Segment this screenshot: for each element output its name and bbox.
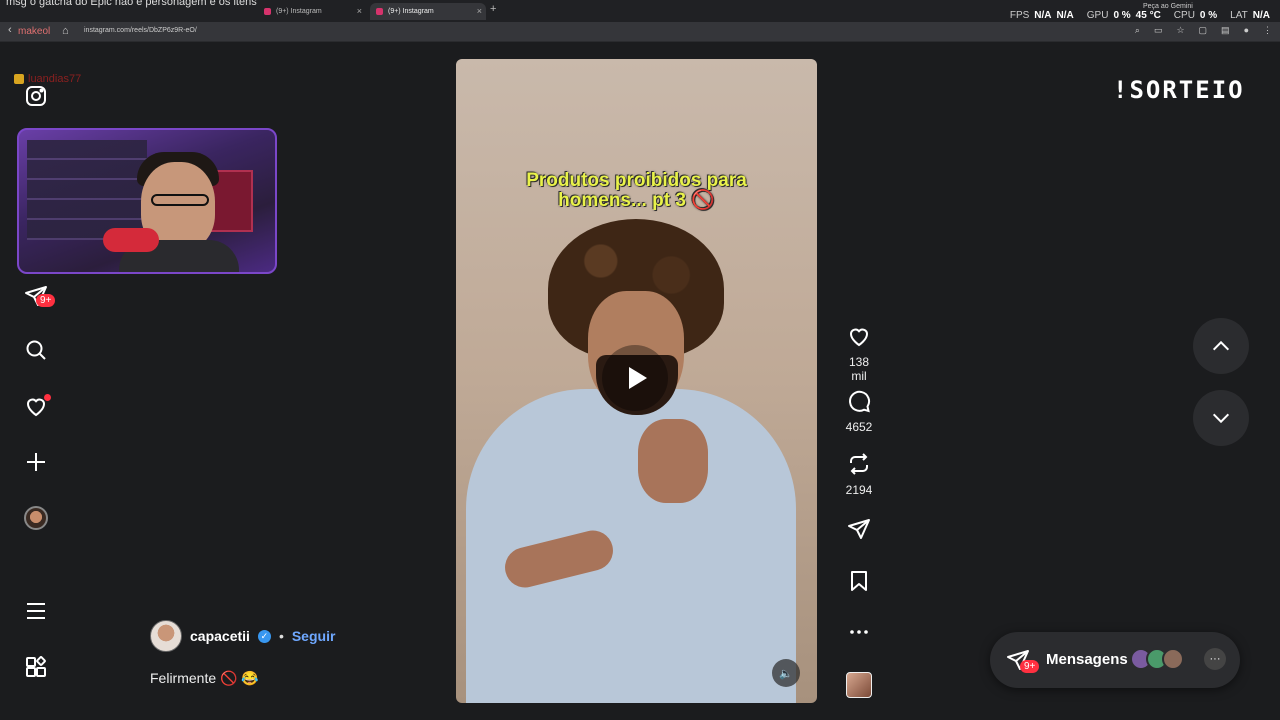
overlay-text-line-1: Produtos proibidos para	[526, 170, 747, 191]
create-plus-icon[interactable]	[24, 450, 48, 474]
save-action[interactable]	[842, 569, 876, 598]
fps-label: FPS	[1009, 10, 1030, 21]
address-bar: ‹ makeol ⌂ instagram.com/reels/DbZP6z9R-…	[0, 22, 1280, 42]
verified-badge-icon: ✓	[257, 629, 271, 643]
comment-count: 4652	[845, 420, 873, 434]
gpu-percent: 0 %	[1113, 10, 1131, 21]
messages-label: Mensagens	[1046, 651, 1128, 668]
follow-button[interactable]: Seguir	[292, 628, 336, 644]
tab-label: (9+) Instagram	[388, 8, 434, 15]
url-field[interactable]: instagram.com/reels/DbZP6z9R-eO/	[84, 27, 197, 34]
hamburger-menu-icon[interactable]	[24, 599, 48, 623]
tab-instagram-2[interactable]: (9+) Instagram ×	[370, 3, 486, 20]
new-tab-button[interactable]: +	[490, 3, 496, 15]
message-avatars	[1130, 648, 1184, 670]
streamer-webcam	[17, 128, 277, 274]
reel-video[interactable]: Produtos proibidos para homens... pt 3 🚫…	[456, 59, 817, 703]
stream-overlay-prefix: makeol	[18, 26, 51, 37]
stream-ticker-text: msg o gatcha do Epic não é personagem e …	[6, 0, 257, 8]
instagram-logo-icon[interactable]	[24, 84, 48, 108]
reel-author: capacetii ✓ • Seguir	[150, 620, 335, 652]
play-button[interactable]	[602, 345, 668, 411]
gemini-button[interactable]: Peça ao Gemini	[1143, 3, 1193, 10]
notifications-badge: 9+	[36, 294, 56, 307]
tab-instagram-1[interactable]: (9+) Instagram ×	[258, 3, 366, 20]
apps-grid-icon[interactable]	[24, 655, 48, 679]
bookmark-icon[interactable]	[847, 569, 871, 593]
audio-thumbnail[interactable]	[846, 672, 872, 698]
giveaway-command-text: !SORTEIO	[1113, 76, 1245, 104]
video-overlay-text: Produtos proibidos para homens... pt 3 🚫	[456, 171, 817, 211]
volume-icon[interactable]: 🔈	[772, 659, 800, 687]
notification-dot	[44, 394, 51, 401]
instagram-favicon-icon	[376, 8, 383, 15]
repost-count: 2194	[845, 483, 873, 497]
menu-icon[interactable]: ⋮	[1263, 25, 1272, 36]
gpu-temp: 45 °C	[1135, 10, 1161, 21]
comment-action[interactable]: 4652	[842, 389, 876, 434]
comment-icon[interactable]	[847, 389, 871, 413]
messages-badge: 9+	[1020, 660, 1040, 673]
home-icon[interactable]: ⌂	[62, 25, 69, 37]
browser-toolbar: ⌕ ▭ ☆ ▢ ▤ ● ⋮	[1135, 25, 1272, 36]
next-reel-button[interactable]	[1193, 390, 1249, 446]
fps-value-2: N/A	[1056, 10, 1074, 21]
bookmark-star-icon[interactable]: ☆	[1176, 25, 1184, 36]
browser-tab-bar: msg o gatcha do Epic não é personagem e …	[0, 0, 1280, 22]
back-arrow-icon[interactable]: ‹	[8, 24, 12, 36]
instagram-favicon-icon	[264, 8, 271, 15]
separator-dot: •	[278, 628, 284, 644]
like-action[interactable]: 138 mil	[842, 324, 876, 383]
author-avatar[interactable]	[150, 620, 182, 652]
previous-reel-button[interactable]	[1193, 318, 1249, 374]
cpu-percent: 0 %	[1199, 10, 1218, 21]
like-count: 138 mil	[848, 355, 870, 383]
more-options-action[interactable]	[842, 620, 876, 649]
chevron-down-icon	[1212, 413, 1230, 424]
lat-label: LAT	[1230, 10, 1248, 21]
profile-avatar[interactable]	[24, 506, 48, 530]
messages-more-button[interactable]: ···	[1204, 648, 1226, 670]
extensions-icon[interactable]: ▢	[1199, 25, 1208, 36]
repost-action[interactable]: 2194	[842, 452, 876, 497]
lat-value: N/A	[1252, 10, 1270, 21]
performance-overlay: FPS N/A N/A GPU 0 % 45 °C CPU 0 % LAT N/…	[1010, 10, 1270, 21]
message-avatar	[1162, 648, 1184, 670]
sidebar-icon[interactable]: ▤	[1221, 25, 1230, 36]
tab-label: (9+) Instagram	[276, 8, 322, 15]
repost-icon[interactable]	[847, 452, 871, 476]
heart-icon[interactable]	[847, 324, 871, 348]
overlay-text-line-2: homens... pt 3 🚫	[558, 190, 715, 211]
author-username[interactable]: capacetii	[190, 628, 250, 644]
chevron-up-icon	[1212, 340, 1230, 351]
search-icon[interactable]	[24, 338, 48, 362]
channel-badge-icon	[14, 74, 24, 84]
gpu-label: GPU	[1086, 10, 1109, 21]
cast-icon[interactable]: ▭	[1154, 25, 1163, 36]
zoom-icon[interactable]: ⌕	[1135, 25, 1140, 36]
close-tab-icon[interactable]: ×	[357, 6, 362, 16]
cpu-label: CPU	[1173, 10, 1195, 21]
profile-icon[interactable]: ●	[1244, 25, 1249, 36]
reel-caption: Felirmente 🚫 😂	[150, 670, 259, 686]
fps-value: N/A	[1034, 10, 1052, 21]
close-tab-icon[interactable]: ×	[477, 6, 482, 16]
messages-bar[interactable]: 9+ Mensagens ···	[990, 632, 1240, 688]
share-send-icon[interactable]	[847, 517, 871, 541]
more-dots-icon[interactable]	[847, 620, 871, 644]
share-action[interactable]	[842, 517, 876, 546]
